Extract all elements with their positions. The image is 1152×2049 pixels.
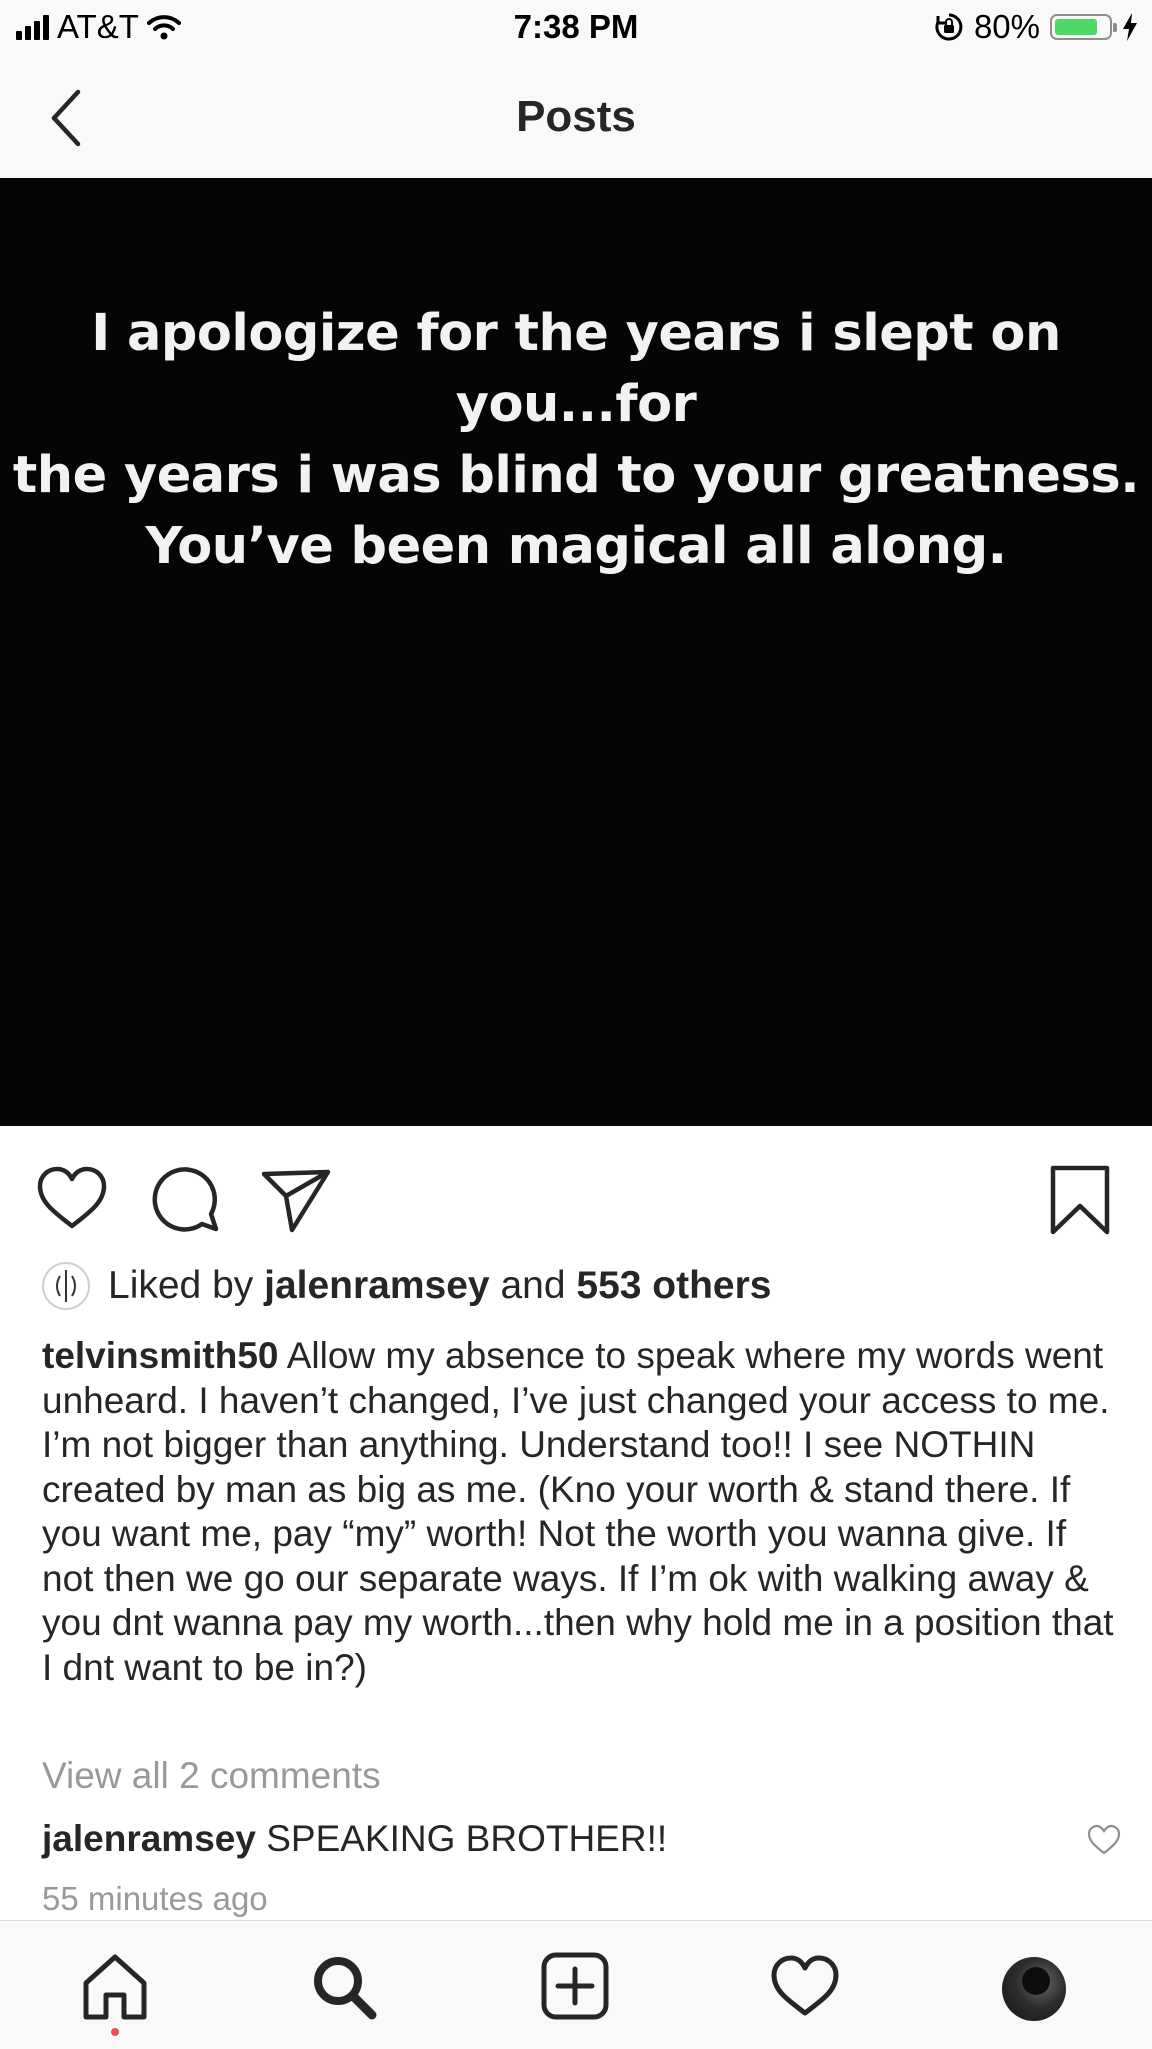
home-notification-dot bbox=[111, 2028, 119, 2036]
home-icon[interactable] bbox=[80, 1951, 150, 2021]
likes-prefix: Liked by bbox=[108, 1264, 254, 1307]
battery-percent: 80% bbox=[973, 8, 1040, 45]
bookmark-icon[interactable] bbox=[1042, 1162, 1118, 1238]
view-all-comments-link[interactable]: View all 2 comments bbox=[42, 1755, 381, 1797]
post-image[interactable]: I apologize for the years i slept on you… bbox=[0, 178, 1152, 1126]
nav-header: Posts bbox=[0, 58, 1152, 179]
share-icon[interactable] bbox=[258, 1162, 334, 1238]
bottom-tab-bar bbox=[0, 1920, 1152, 2049]
comment-item: jalenramsey SPEAKING BROTHER!! bbox=[42, 1818, 1102, 1860]
comment-username[interactable]: jalenramsey bbox=[42, 1818, 256, 1859]
status-bar: AT&T 7:38 PM 80% bbox=[0, 0, 1152, 58]
charging-bolt-icon bbox=[1123, 13, 1137, 41]
liker-avatar-logo-icon bbox=[56, 1270, 76, 1302]
comment-icon[interactable] bbox=[148, 1162, 224, 1238]
profile-avatar[interactable] bbox=[1002, 1957, 1066, 2021]
battery-icon bbox=[1050, 14, 1117, 40]
post-timestamp: 55 minutes ago bbox=[42, 1880, 268, 1917]
activity-heart-icon[interactable] bbox=[770, 1951, 840, 2021]
liker-avatar[interactable] bbox=[42, 1262, 90, 1310]
comment-heart-icon[interactable] bbox=[1086, 1822, 1122, 1858]
likes-user[interactable]: jalenramsey bbox=[264, 1264, 490, 1307]
likes-others[interactable]: 553 others bbox=[576, 1264, 771, 1307]
comment-text: SPEAKING BROTHER!! bbox=[266, 1818, 668, 1859]
search-icon[interactable] bbox=[308, 1951, 378, 2021]
likes-joiner: and bbox=[500, 1264, 566, 1307]
orientation-lock-icon bbox=[935, 13, 963, 41]
page-title: Posts bbox=[516, 92, 636, 141]
caption-username[interactable]: telvinsmith50 bbox=[42, 1335, 278, 1376]
add-post-icon[interactable] bbox=[540, 1951, 610, 2021]
likes-line[interactable]: Liked by jalenramsey and 553 others bbox=[42, 1262, 771, 1310]
post-image-text: I apologize for the years i slept on you… bbox=[12, 304, 1140, 576]
status-right: 80% bbox=[934, 8, 1138, 46]
heart-icon[interactable] bbox=[34, 1162, 110, 1238]
caption-text: Allow my absence to speak where my words… bbox=[42, 1335, 1114, 1688]
post-action-row bbox=[0, 1126, 1152, 1256]
battery-fill bbox=[1055, 19, 1097, 35]
post-caption: telvinsmith50 Allow my absence to speak … bbox=[42, 1334, 1117, 1690]
